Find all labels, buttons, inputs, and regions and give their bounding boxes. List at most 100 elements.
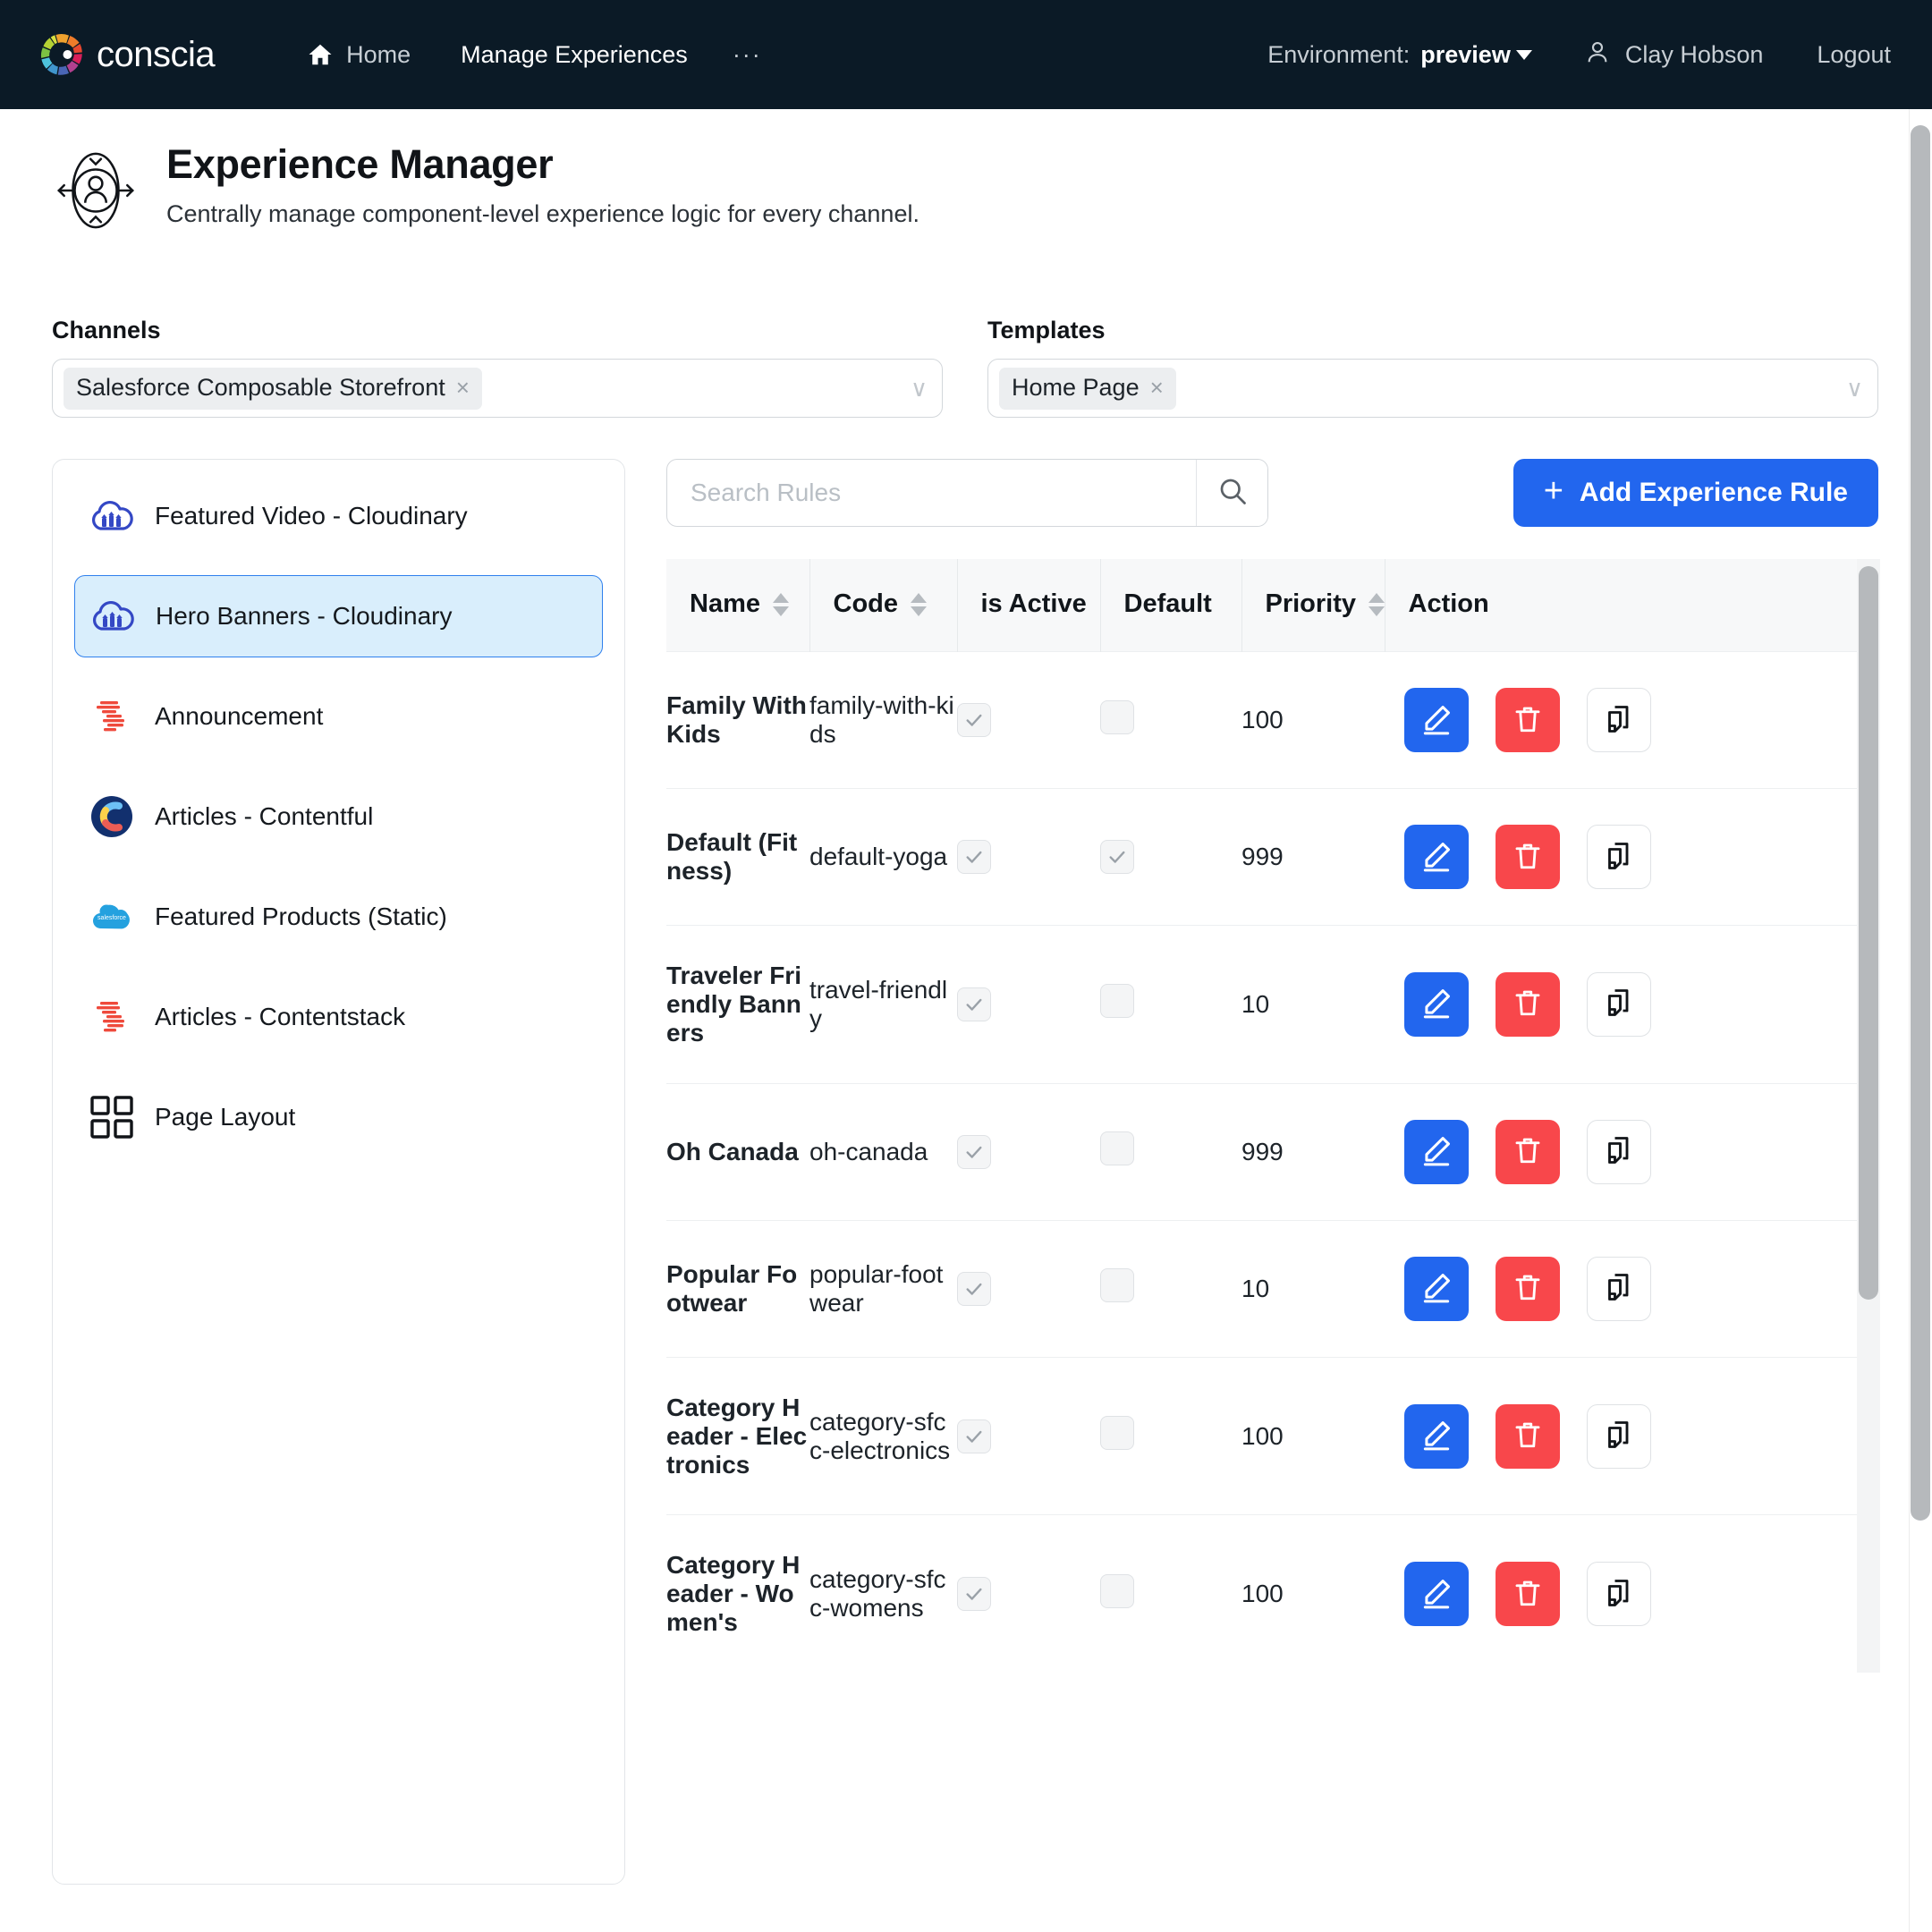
templates-chip[interactable]: Home Page ×: [999, 367, 1176, 410]
nav-item-home[interactable]: Home: [282, 41, 436, 69]
conscia-ring-icon: [38, 30, 86, 79]
delete-rule-button[interactable]: [1496, 971, 1560, 1037]
sort-toggle-icon[interactable]: [1368, 592, 1385, 616]
edit-rule-button[interactable]: [1404, 971, 1469, 1037]
salesforce-icon: salesforce: [89, 894, 135, 940]
nav-item-manage-experiences[interactable]: Manage Experiences: [436, 41, 713, 69]
default-checkbox[interactable]: [1100, 840, 1134, 874]
sidebar-item-page-layout[interactable]: Page Layout: [74, 1084, 603, 1150]
environment-selector[interactable]: Environment: preview: [1267, 41, 1584, 69]
is-active-checkbox[interactable]: [957, 1271, 991, 1306]
cell-priority: 10: [1241, 925, 1385, 1084]
page-scrollbar-track[interactable]: [1909, 109, 1932, 1932]
top-navigation-bar: conscia Home Manage Experiences ··· Envi…: [0, 0, 1932, 109]
page-header: Experience Manager Centrally manage comp…: [52, 141, 1878, 234]
sidebar-item-articles-contentful[interactable]: Articles - Contentful: [74, 784, 603, 850]
delete-rule-button[interactable]: [1496, 1256, 1560, 1321]
default-checkbox[interactable]: [1100, 1416, 1134, 1451]
trash-icon: [1512, 1419, 1544, 1453]
sidebar-item-featured-products-static[interactable]: salesforce Featured Products (Static): [74, 884, 603, 950]
rules-toolbar: + Add Experience Rule: [666, 459, 1878, 527]
cell-actions: [1385, 1082, 1878, 1221]
rules-table-wrapper: Name Code is Active Default Priority Act…: [666, 559, 1880, 1674]
column-header-action: Action: [1385, 559, 1878, 652]
page-scrollbar-thumb[interactable]: [1911, 125, 1930, 1521]
column-header-name[interactable]: Name: [666, 559, 810, 652]
channels-chip[interactable]: Salesforce Composable Storefront ×: [64, 367, 482, 410]
default-checkbox[interactable]: [1100, 1268, 1134, 1303]
close-icon[interactable]: ×: [1150, 376, 1164, 399]
default-checkbox[interactable]: [1100, 984, 1134, 1019]
sort-toggle-icon[interactable]: [773, 592, 789, 616]
table-row: Traveler Friendly Banners travel-friendl…: [666, 925, 1878, 1084]
is-active-checkbox[interactable]: [957, 703, 991, 737]
chevron-down-icon: [1515, 49, 1532, 60]
cell-code: popular-footwear: [809, 1219, 957, 1358]
edit-rule-button[interactable]: [1404, 1562, 1469, 1627]
pencil-icon: [1419, 986, 1453, 1022]
duplicate-rule-button[interactable]: [1587, 688, 1651, 752]
is-active-checkbox[interactable]: [957, 1577, 991, 1612]
sidebar-item-hero-banners-cloudinary[interactable]: Hero Banners - Cloudinary: [74, 575, 603, 657]
edit-rule-button[interactable]: [1404, 1256, 1469, 1321]
column-header-priority[interactable]: Priority: [1241, 559, 1385, 652]
duplicate-rule-button[interactable]: [1587, 1562, 1651, 1627]
search-rules-box[interactable]: [666, 459, 1268, 527]
column-header-default: Default: [1100, 559, 1242, 652]
chevron-down-icon[interactable]: ∨: [1846, 375, 1863, 402]
sidebar-item-articles-contentstack[interactable]: Articles - Contentstack: [74, 984, 603, 1050]
delete-rule-button[interactable]: [1496, 688, 1560, 752]
logout-button[interactable]: Logout: [1817, 41, 1891, 69]
page-title: Experience Manager: [166, 141, 554, 187]
is-active-checkbox[interactable]: [957, 1419, 991, 1453]
channels-label: Channels: [52, 317, 161, 343]
delete-rule-button[interactable]: [1496, 1403, 1560, 1469]
close-icon[interactable]: ×: [456, 376, 470, 399]
sort-toggle-icon[interactable]: [911, 592, 927, 616]
cloudinary-icon: [89, 593, 136, 640]
table-row: Category Header - Electronics category-s…: [666, 1356, 1878, 1515]
sidebar-item-label: Announcement: [155, 702, 324, 730]
delete-rule-button[interactable]: [1496, 825, 1560, 889]
search-icon: [1216, 475, 1249, 512]
sidebar-item-featured-video-cloudinary[interactable]: Featured Video - Cloudinary: [74, 483, 603, 549]
pencil-icon: [1419, 1270, 1453, 1307]
edit-rule-button[interactable]: [1404, 1403, 1469, 1469]
duplicate-rule-button[interactable]: [1587, 825, 1651, 889]
search-button[interactable]: [1196, 460, 1267, 526]
add-experience-rule-button[interactable]: + Add Experience Rule: [1513, 459, 1878, 527]
rules-table-body: Family With Kids family-with-kids 100 De…: [666, 651, 1878, 1674]
templates-label: Templates: [987, 317, 1106, 343]
default-checkbox[interactable]: [1100, 699, 1134, 734]
cell-actions: [1385, 788, 1878, 926]
delete-rule-button[interactable]: [1496, 1562, 1560, 1627]
nav-overflow-button[interactable]: ···: [713, 41, 782, 69]
default-checkbox[interactable]: [1100, 1573, 1134, 1608]
default-checkbox[interactable]: [1100, 1131, 1134, 1166]
column-header-code[interactable]: Code: [809, 559, 958, 652]
home-icon: [307, 41, 334, 68]
is-active-checkbox[interactable]: [957, 1134, 991, 1169]
duplicate-rule-button[interactable]: [1587, 1403, 1651, 1469]
table-scrollbar-thumb[interactable]: [1859, 566, 1878, 1300]
edit-rule-button[interactable]: [1404, 825, 1469, 889]
is-active-checkbox[interactable]: [957, 840, 991, 874]
brand-logo[interactable]: conscia: [38, 30, 216, 79]
table-scrollbar-track[interactable]: [1857, 559, 1880, 1674]
cell-default: [1100, 1082, 1241, 1221]
search-input[interactable]: [667, 460, 1196, 526]
chevron-down-icon[interactable]: ∨: [911, 375, 928, 402]
edit-rule-button[interactable]: [1404, 1119, 1469, 1184]
channels-multiselect[interactable]: Salesforce Composable Storefront × ∨: [52, 359, 943, 418]
user-menu[interactable]: Clay Hobson: [1584, 38, 1818, 72]
sidebar-item-announcement[interactable]: Announcement: [74, 683, 603, 750]
is-active-checkbox[interactable]: [957, 987, 991, 1021]
duplicate-rule-button[interactable]: [1587, 1119, 1651, 1184]
templates-multiselect[interactable]: Home Page × ∨: [987, 359, 1878, 418]
duplicate-rule-button[interactable]: [1587, 1256, 1651, 1321]
column-header-label: Action: [1408, 589, 1489, 618]
delete-rule-button[interactable]: [1496, 1119, 1560, 1184]
cell-priority: 100: [1241, 1514, 1385, 1674]
edit-rule-button[interactable]: [1404, 688, 1469, 752]
duplicate-rule-button[interactable]: [1587, 971, 1651, 1037]
